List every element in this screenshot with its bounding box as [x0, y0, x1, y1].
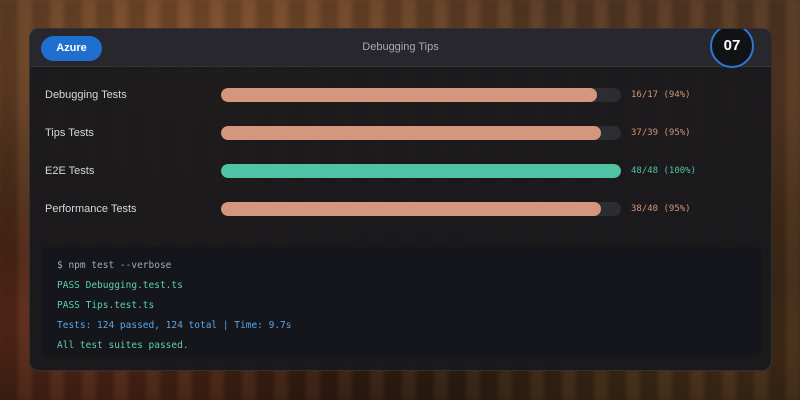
- terminal-line: All test suites passed.: [57, 340, 189, 351]
- terminal-line: PASS Tips.test.ts: [57, 300, 155, 311]
- progress-track: [221, 164, 621, 178]
- terminal-line: $ npm test --verbose: [57, 260, 172, 271]
- card-title: Debugging Tips: [362, 41, 439, 53]
- progress-track: [221, 126, 621, 140]
- terminal-output: $ npm test --verbose PASS Debugging.test…: [42, 247, 761, 356]
- test-stat: 16/17 (94%): [631, 90, 691, 100]
- test-label: Performance Tests: [45, 203, 137, 215]
- progress-fill: [221, 88, 597, 102]
- test-label: Tips Tests: [45, 127, 94, 139]
- terminal-line: PASS Debugging.test.ts: [57, 280, 183, 291]
- progress-fill: [221, 164, 621, 178]
- progress-track: [221, 88, 621, 102]
- test-row: Tips Tests 37/39 (95%): [30, 123, 771, 143]
- test-row: E2E Tests 48/48 (100%): [30, 161, 771, 181]
- test-row: Performance Tests 38/40 (95%): [30, 199, 771, 219]
- progress-fill: [221, 126, 601, 140]
- progress-track: [221, 202, 621, 216]
- test-label: Debugging Tests: [45, 89, 127, 101]
- progress-fill: [221, 202, 601, 216]
- test-stat: 37/39 (95%): [631, 128, 691, 138]
- card-header: Debugging Tips Azure: [30, 29, 771, 67]
- test-stat: 38/40 (95%): [631, 204, 691, 214]
- azure-badge[interactable]: Azure: [41, 36, 102, 61]
- test-row: Debugging Tests 16/17 (94%): [30, 85, 771, 105]
- terminal-line: Tests: 124 passed, 124 total | Time: 9.7…: [57, 320, 292, 331]
- test-results-card: Debugging Tips Azure 07 Debugging Tests …: [29, 28, 772, 371]
- test-stat: 48/48 (100%): [631, 166, 697, 176]
- test-label: E2E Tests: [45, 165, 95, 177]
